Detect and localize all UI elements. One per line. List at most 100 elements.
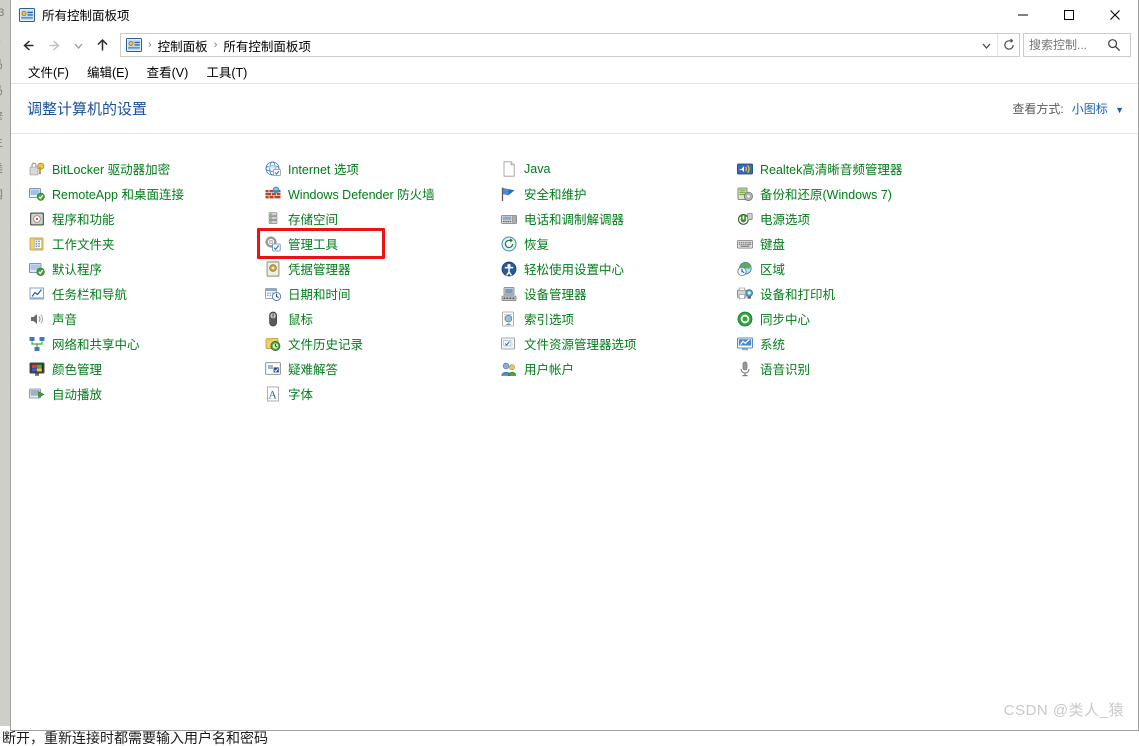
forward-arrow-icon[interactable] — [41, 33, 67, 57]
devices-printers-icon — [737, 286, 753, 302]
work-folders-icon — [29, 236, 45, 252]
control-panel-item[interactable]: 键盘 — [737, 231, 987, 256]
back-arrow-icon[interactable] — [15, 33, 41, 57]
remoteapp-icon — [29, 186, 45, 202]
control-panel-item[interactable]: 区域 — [737, 256, 987, 281]
content-header: 调整计算机的设置 查看方式: 小图标 ▼ — [11, 84, 1138, 134]
control-panel-item[interactable]: 自动播放 — [29, 381, 265, 406]
address-bar[interactable]: › 控制面板 › 所有控制面板项 — [120, 33, 1020, 57]
control-panel-item[interactable]: 索引选项 — [501, 306, 737, 331]
control-panel-window: 所有控制面板项 › 控制面板 › 所有控制面板项 搜索控制... 文件(F) 编… — [10, 0, 1139, 731]
control-panel-item[interactable]: 设备和打印机 — [737, 281, 987, 306]
control-panel-item[interactable]: RemoteApp 和桌面连接 — [29, 181, 265, 206]
speech-recognition-icon — [737, 361, 753, 377]
credential-manager-icon — [265, 260, 281, 277]
control-panel-item[interactable]: 任务栏和导航 — [29, 281, 265, 306]
control-panel-item[interactable]: 存储空间 — [265, 206, 501, 231]
recent-locations-chevron-down-icon[interactable] — [67, 33, 89, 57]
control-panel-item-label: 轻松使用设置中心 — [524, 263, 625, 277]
control-panel-item-label: BitLocker 驱动器加密 — [52, 163, 171, 177]
view-by-dropdown[interactable]: 小图标 ▼ — [1072, 100, 1124, 117]
control-panel-item-label: 日期和时间 — [288, 288, 351, 302]
control-panel-item-label: 系统 — [760, 338, 786, 352]
control-panel-item[interactable]: 凭据管理器 — [265, 256, 501, 281]
control-panel-item[interactable]: 工作文件夹 — [29, 231, 265, 256]
address-chevron-down-icon[interactable] — [975, 34, 997, 56]
search-icon[interactable] — [1104, 38, 1124, 52]
control-panel-item[interactable]: 疑难解答 — [265, 356, 501, 381]
control-panel-item-label: 电源选项 — [760, 213, 811, 227]
control-panel-item[interactable]: Windows Defender 防火墙 — [265, 181, 501, 206]
power-options-icon — [737, 211, 753, 227]
storage-spaces-icon — [265, 211, 281, 227]
control-panel-item[interactable]: 默认程序 — [29, 256, 265, 281]
search-box[interactable] — [1023, 33, 1131, 57]
control-panel-item[interactable]: 声音 — [29, 306, 265, 331]
control-panel-item[interactable]: A 字体 — [265, 381, 501, 406]
control-panel-item[interactable]: BitLocker 驱动器加密 — [29, 156, 265, 181]
control-panel-item[interactable]: 系统 — [737, 331, 987, 356]
control-panel-item[interactable]: 同步中心 — [737, 306, 987, 331]
control-panel-item-label: 索引选项 — [524, 313, 575, 327]
internet-options-icon — [265, 161, 281, 177]
control-panel-item[interactable]: 网络和共享中心 — [29, 331, 265, 356]
control-panel-item[interactable]: 颜色管理 — [29, 356, 265, 381]
breadcrumb-item-control-panel[interactable]: 控制面板 — [154, 36, 212, 55]
breadcrumb-item-all-items[interactable]: 所有控制面板项 — [219, 36, 315, 55]
control-panel-item[interactable]: 用户帐户 — [501, 356, 737, 381]
search-input[interactable] — [1024, 37, 1104, 53]
breadcrumb-separator-1[interactable]: › — [146, 39, 154, 51]
control-panel-item-label: 电话和调制解调器 — [524, 213, 625, 227]
sync-center-icon — [737, 311, 753, 327]
view-by-value: 小图标 — [1071, 102, 1108, 116]
control-panel-item-label: Internet 选项 — [288, 163, 359, 177]
control-panel-item[interactable]: 程序和功能 — [29, 206, 265, 231]
control-panel-item[interactable]: 管理工具 — [265, 231, 501, 256]
menu-item-edit[interactable]: 编辑(E) — [78, 59, 138, 84]
minimize-button[interactable] — [1000, 0, 1046, 30]
control-panel-item[interactable]: 文件资源管理器选项 — [501, 331, 737, 356]
maximize-button[interactable] — [1046, 0, 1092, 30]
control-panel-item[interactable]: 备份和还原(Windows 7) — [737, 181, 987, 206]
control-panel-item-label: 鼠标 — [288, 313, 314, 327]
refresh-icon[interactable] — [997, 34, 1019, 56]
close-button[interactable] — [1092, 0, 1138, 30]
menu-item-file[interactable]: 文件(F) — [19, 59, 78, 84]
windows-firewall-icon — [265, 186, 281, 202]
menu-item-view[interactable]: 查看(V) — [138, 59, 198, 84]
control-panel-item[interactable]: 鼠标 — [265, 306, 501, 331]
control-panel-item-label: 声音 — [52, 313, 78, 327]
control-panel-item[interactable]: 安全和维护 — [501, 181, 737, 206]
control-panel-item[interactable]: Java — [501, 156, 737, 181]
control-panel-item-label: 备份和还原(Windows 7) — [760, 188, 892, 202]
menu-item-tools[interactable]: 工具(T) — [197, 59, 256, 84]
control-panel-item-label: 安全和维护 — [524, 188, 587, 202]
control-panel-item-label: Java — [524, 161, 551, 176]
control-panel-item[interactable]: 轻松使用设置中心 — [501, 256, 737, 281]
title-bar: 所有控制面板项 — [11, 0, 1138, 30]
control-panel-item-label: 字体 — [288, 388, 314, 402]
file-history-icon — [265, 336, 281, 352]
file-explorer-options-icon — [501, 336, 517, 352]
control-panel-item-label: 恢复 — [524, 238, 550, 252]
control-panel-item[interactable]: 恢复 — [501, 231, 737, 256]
control-panel-item[interactable]: 电源选项 — [737, 206, 987, 231]
control-panel-item[interactable]: 文件历史记录 — [265, 331, 501, 356]
control-panel-item[interactable]: 电话和调制解调器 — [501, 206, 737, 231]
network-sharing-icon — [29, 336, 45, 352]
backup-restore-icon — [737, 186, 753, 202]
control-panel-item[interactable]: 语音识别 — [737, 356, 987, 381]
up-arrow-icon[interactable] — [89, 33, 115, 57]
control-panel-item-label: Windows Defender 防火墙 — [288, 188, 435, 202]
control-panel-item[interactable]: 设备管理器 — [501, 281, 737, 306]
control-panel-item[interactable]: 日期和时间 — [265, 281, 501, 306]
items-column-4: Realtek高清晰音频管理器备份和还原(Windows 7) 电源选项键盘区域设… — [737, 156, 987, 406]
control-panel-item-label: 键盘 — [760, 238, 786, 252]
svg-text:A: A — [268, 387, 277, 401]
control-panel-item[interactable]: Realtek高清晰音频管理器 — [737, 156, 987, 181]
window-body: 调整计算机的设置 查看方式: 小图标 ▼ BitLocker 驱动器加密 Remo… — [11, 84, 1138, 730]
control-panel-item[interactable]: Internet 选项 — [265, 156, 501, 181]
breadcrumb-separator-2[interactable]: › — [212, 39, 220, 51]
control-panel-item-label: 任务栏和导航 — [52, 288, 128, 302]
control-panel-item-label: 同步中心 — [760, 313, 811, 327]
